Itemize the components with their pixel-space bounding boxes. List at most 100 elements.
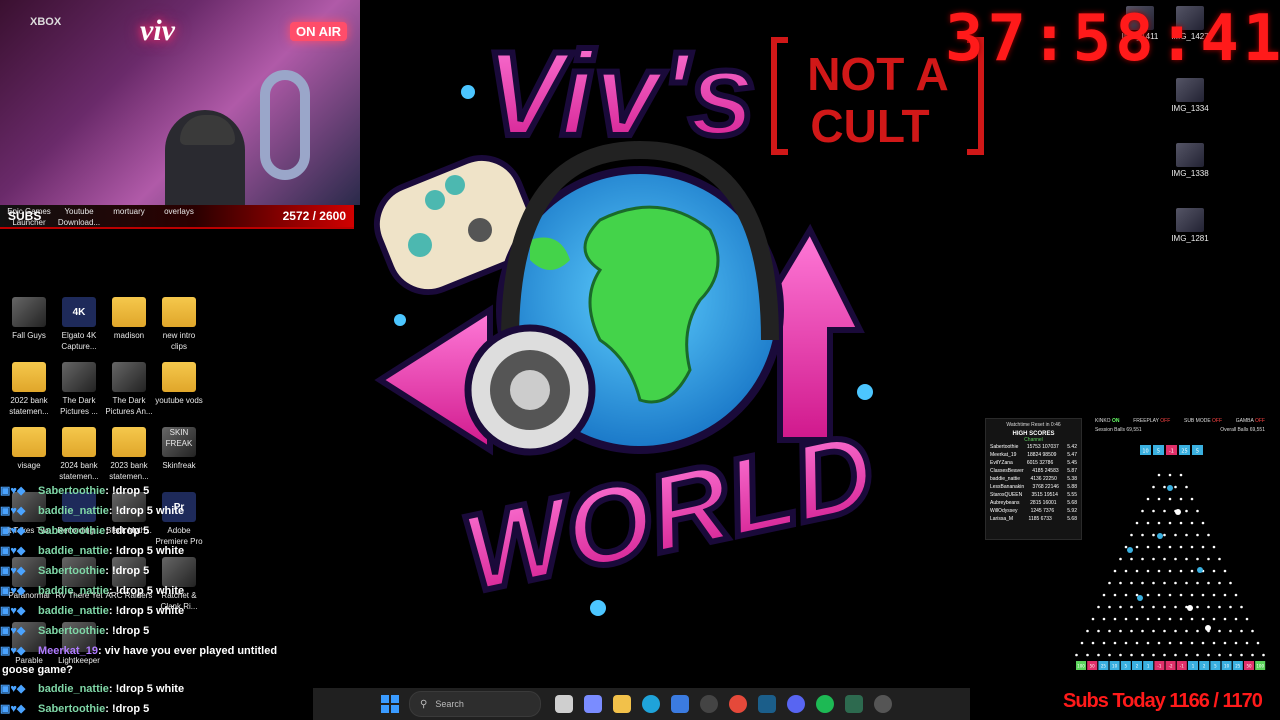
plinko-bucket-label: -2 <box>1169 664 1173 669</box>
plinko-peg <box>1124 617 1128 621</box>
desktop-icon[interactable]: SKIN FREAK Skinfreak <box>154 427 204 471</box>
plinko-peg <box>1212 569 1216 573</box>
plinko-peg <box>1179 641 1183 645</box>
plinko-bucket-label: 50 <box>1246 664 1252 669</box>
desktop-image-icon[interactable]: IMG_1338 <box>1168 143 1212 178</box>
high-scores-rows: Sabertoothie 15753 107037 5.42 Meerkat_19 18… <box>986 443 1081 523</box>
plinko-peg <box>1163 557 1166 561</box>
chat-badges-icon: ▣♥◆ <box>0 545 26 557</box>
plinko-peg <box>1179 497 1183 501</box>
chat-message: ▣♥◆ Meerkat_19: viv have you ever played … <box>0 644 277 657</box>
desktop-icon[interactable]: Epic Games Launcher <box>4 206 54 228</box>
plinko-peg <box>1207 533 1210 537</box>
taskbar-search[interactable]: ⚲ Search <box>409 691 541 717</box>
desktop-icon-label: The Dark Pictures ... <box>60 396 98 416</box>
desktop-icon[interactable]: mortuary <box>104 206 154 217</box>
plinko-bucket-label: 50 <box>1090 664 1096 669</box>
desktop-icon-label: IMG_1338 <box>1171 169 1209 178</box>
high-score-cell: StarosQUEEN <box>990 492 1023 498</box>
plinko-peg <box>1196 629 1199 633</box>
plinko-bucket-label: 10 <box>1224 664 1230 669</box>
copilot-icon[interactable] <box>583 695 602 713</box>
plinko-peg <box>1091 641 1095 645</box>
desktop-icon[interactable]: 2024 bank statemen... <box>54 427 104 482</box>
folder-icon <box>12 362 46 392</box>
spotify-icon[interactable] <box>815 695 834 713</box>
discord-icon[interactable] <box>786 695 805 713</box>
plinko-peg <box>1185 557 1188 561</box>
media-player-icon[interactable] <box>873 695 892 713</box>
steam-icon[interactable] <box>757 695 776 713</box>
high-score-cell: 3515 19514 <box>1031 492 1058 498</box>
high-score-cell: LessBananakin <box>990 484 1025 490</box>
plinko-peg <box>1185 533 1188 537</box>
file-explorer-icon[interactable] <box>612 695 631 713</box>
desktop-icon[interactable]: 2023 bank statemen... <box>104 427 154 482</box>
high-score-cell: WillOdyssey <box>990 508 1018 514</box>
plinko-peg <box>1196 653 1199 657</box>
plinko-peg <box>1251 653 1254 657</box>
desktop-icon[interactable]: The Dark Pictures An... <box>104 362 154 417</box>
high-score-row: StarosQUEEN 3515 19514 5.55 <box>986 491 1081 499</box>
plinko-peg <box>1174 653 1177 657</box>
desktop-icon[interactable]: The Dark Pictures ... <box>54 362 104 417</box>
chat-message: ▣♥◆ Sabertoothie: !drop 5 <box>0 702 149 715</box>
plinko-bucket-label: 100 <box>1256 664 1264 669</box>
plinko-peg <box>1201 521 1205 525</box>
plinko-peg <box>1113 617 1117 621</box>
desktop-icon[interactable]: Fall Guys <box>4 297 54 341</box>
task-view-icon[interactable] <box>554 695 573 713</box>
plinko-peg <box>1152 581 1155 585</box>
plinko-ball <box>1167 485 1173 491</box>
high-score-row: LessBananakin 3768 22146 5.88 <box>986 483 1081 491</box>
plinko-top-bucket-label: 25 <box>1181 449 1187 455</box>
desktop-icon[interactable]: youtube vods <box>154 362 204 406</box>
plinko-peg <box>1168 569 1172 573</box>
plinko-peg <box>1146 521 1150 525</box>
plinko-peg <box>1135 569 1139 573</box>
plinko-peg <box>1179 617 1183 621</box>
plinko-peg <box>1262 653 1265 657</box>
plinko-peg <box>1075 653 1078 657</box>
plinko-peg <box>1168 521 1172 525</box>
windows-start-button[interactable] <box>381 695 399 713</box>
desktop-icon[interactable]: visage <box>4 427 54 471</box>
store-icon[interactable] <box>670 695 689 713</box>
plinko-peg <box>1240 653 1243 657</box>
plinko-top-bucket-label: 5 <box>1196 449 1199 455</box>
desktop-icon[interactable]: madison <box>104 297 154 341</box>
chat-username: Sabertoothie <box>38 703 106 715</box>
desktop-icon[interactable]: overlays <box>154 206 204 217</box>
plinko-bucket-label: 1 <box>1147 664 1150 669</box>
terminal-icon[interactable] <box>844 695 863 713</box>
edge-icon[interactable] <box>641 695 660 713</box>
plinko-peg <box>1130 605 1133 609</box>
image-file-icon <box>1176 208 1204 232</box>
desktop-image-icon[interactable]: IMG_1281 <box>1168 208 1212 243</box>
chat-message: ▣♥◆ baddie_nattie: !drop 5 white <box>0 544 184 557</box>
plinko-bucket-label: -1 <box>1180 664 1184 669</box>
chat-username: baddie_nattie <box>38 585 109 597</box>
desktop-icon[interactable]: Pr Adobe Premiere Pro <box>154 492 204 547</box>
high-score-cell: Larissa_M <box>990 516 1014 522</box>
taskbar-apps <box>549 695 897 713</box>
plinko-peg <box>1245 617 1249 621</box>
plinko-peg <box>1207 557 1210 561</box>
desktop-icon[interactable]: new intro clips <box>154 297 204 352</box>
stream-timer: 37:58:41 <box>945 2 1280 76</box>
desktop-icon-label: mortuary <box>113 207 145 216</box>
plinko-board: 10 5 -1 25 5100 50 25 10 5 2 1 -1 -2 -1 1 2 5 10 25 50 100 <box>1075 445 1266 670</box>
desktop-icon[interactable]: 4K Elgato 4K Capture... <box>54 297 104 352</box>
high-score-row: EvilYZana 6015 32786 5.45 <box>986 459 1081 467</box>
search-placeholder: Search <box>435 699 464 709</box>
plinko-peg <box>1196 557 1199 561</box>
plinko-peg <box>1185 509 1188 513</box>
chrome-icon[interactable] <box>728 695 747 713</box>
plinko-peg <box>1124 641 1128 645</box>
plinko-peg <box>1130 533 1133 537</box>
desktop-icon[interactable]: 2022 bank statemen... <box>4 362 54 417</box>
desktop-icon[interactable]: Youtube Download... <box>54 206 104 228</box>
chat-badges-icon: ▣♥◆ <box>0 645 26 657</box>
obs-icon[interactable] <box>699 695 718 713</box>
desktop-image-icon[interactable]: IMG_1334 <box>1168 78 1212 113</box>
